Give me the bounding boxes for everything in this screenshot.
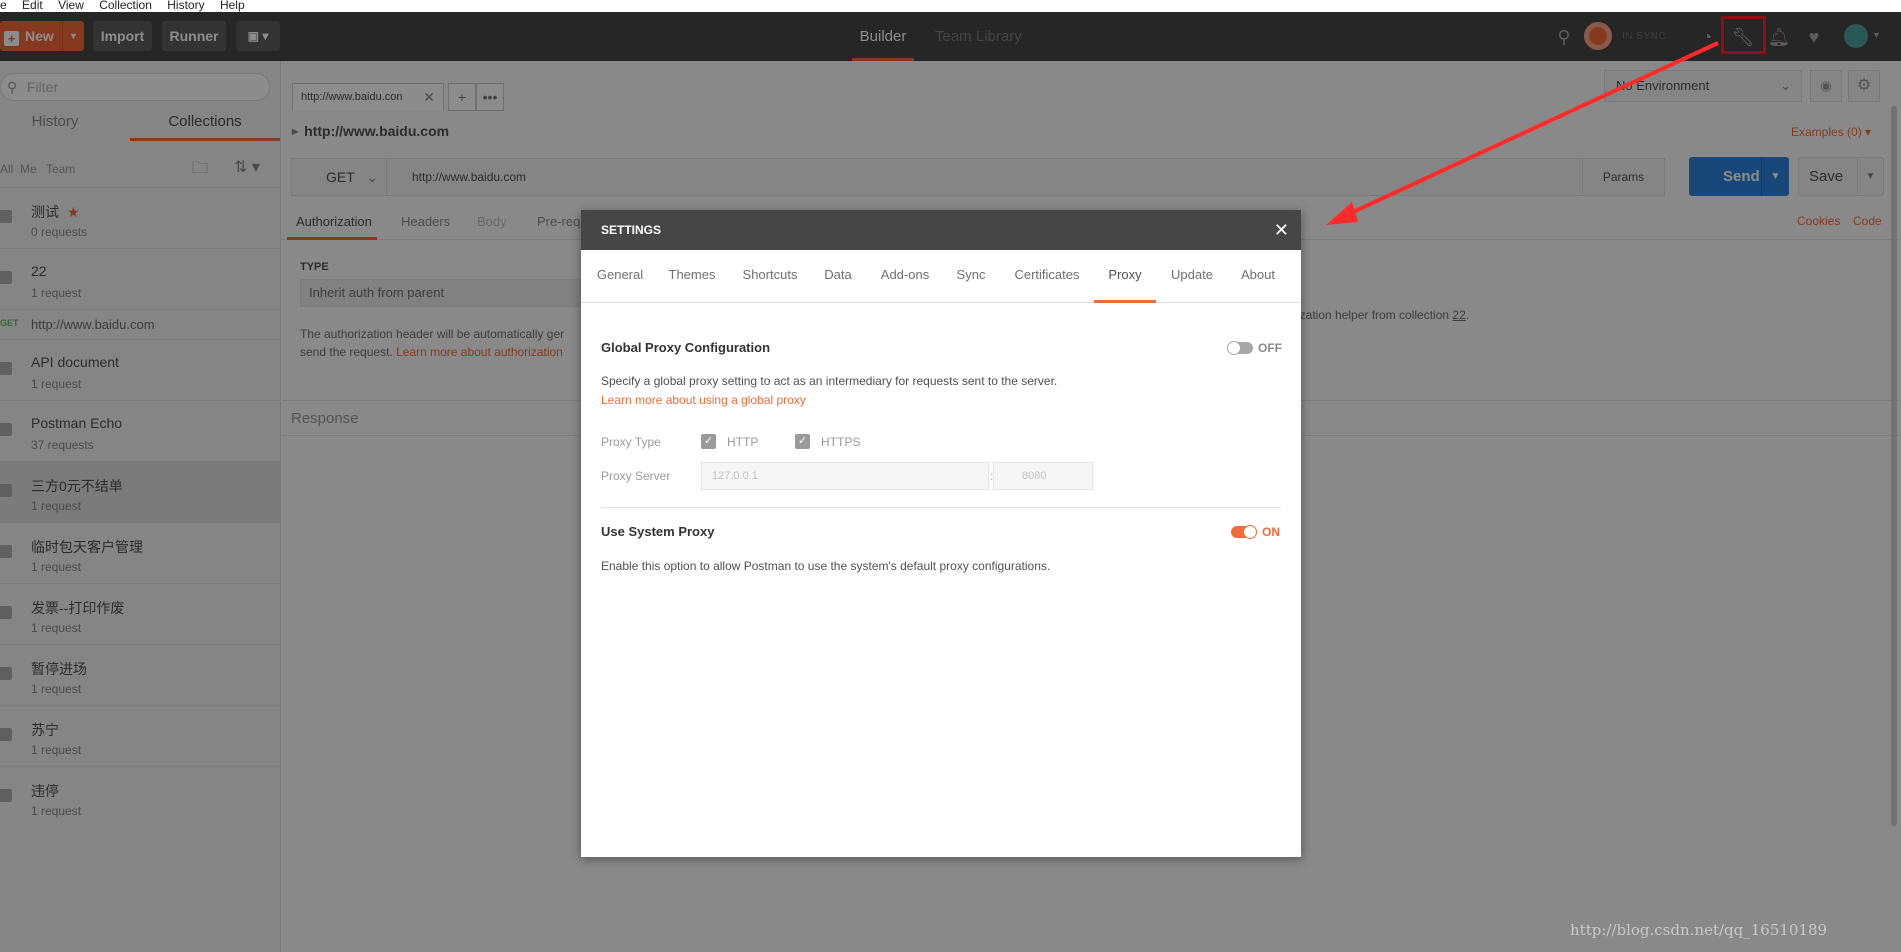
menu-edit[interactable]: Edit [22,0,43,11]
global-proxy-learn-link[interactable]: Learn more about using a global proxy [601,393,806,407]
tab-shortcuts[interactable]: Shortcuts [741,266,799,303]
http-label: HTTP [727,435,759,449]
tab-themes[interactable]: Themes [668,266,716,303]
settings-modal: SETTINGS ✕ General Themes Shortcuts Data… [581,210,1301,857]
tab-about[interactable]: About [1237,266,1279,303]
tab-sync[interactable]: Sync [955,266,987,303]
global-proxy-title: Global Proxy Configuration [601,340,771,355]
modal-header: SETTINGS ✕ [581,210,1301,250]
menu-file[interactable]: e [0,0,7,11]
settings-tabs: General Themes Shortcuts Data Add-ons Sy… [581,250,1301,303]
http-checkbox[interactable]: ✓ [701,434,716,449]
tab-general[interactable]: General [596,266,644,303]
tab-add-ons[interactable]: Add-ons [879,266,931,303]
tab-update[interactable]: Update [1167,266,1217,303]
menu-help[interactable]: Help [220,0,245,11]
watermark: http://blog.csdn.net/qq_16510189 [1570,921,1828,939]
section-divider [601,507,1281,508]
close-icon[interactable]: ✕ [1274,210,1289,250]
tab-data[interactable]: Data [822,266,854,303]
menu-view[interactable]: View [58,0,84,11]
tab-certificates[interactable]: Certificates [1011,266,1083,303]
modal-title: SETTINGS [601,223,662,237]
proxy-port-input[interactable]: 8080 [993,462,1093,490]
menu-collection[interactable]: Collection [99,0,152,11]
proxy-server-label: Proxy Server [601,469,671,483]
proxy-server-input[interactable]: 127.0.0.1 [701,462,989,490]
menu-bar: e Edit View Collection History Help [0,0,1901,12]
global-proxy-toggle[interactable]: OFF [1227,340,1282,356]
https-label: HTTPS [821,435,861,449]
system-proxy-description: Enable this option to allow Postman to u… [601,559,1051,573]
proxy-type-label: Proxy Type [601,435,661,449]
menu-history[interactable]: History [167,0,204,11]
tab-proxy[interactable]: Proxy [1094,266,1156,303]
https-checkbox[interactable]: ✓ [795,434,810,449]
system-proxy-toggle[interactable]: ON [1231,524,1281,540]
system-proxy-title: Use System Proxy [601,524,715,539]
global-proxy-description: Specify a global proxy setting to act as… [601,374,1058,388]
